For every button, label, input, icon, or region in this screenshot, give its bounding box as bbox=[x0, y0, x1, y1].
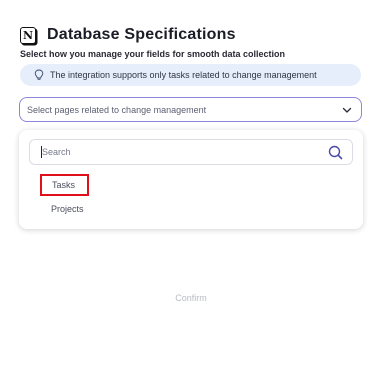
option-projects-label: Projects bbox=[51, 204, 84, 214]
option-tasks-label: Tasks bbox=[52, 180, 76, 190]
search-box[interactable] bbox=[29, 139, 353, 165]
option-tasks[interactable]: Tasks bbox=[40, 174, 89, 196]
notion-logo-icon: N bbox=[20, 26, 36, 44]
notion-logo-letter: N bbox=[22, 28, 34, 42]
chevron-down-icon[interactable] bbox=[341, 104, 353, 116]
dropdown-panel: Tasks Projects bbox=[19, 130, 363, 229]
database-specifications-page: N Database Specifications Select how you… bbox=[0, 0, 383, 388]
search-input[interactable] bbox=[42, 147, 292, 157]
header: N Database Specifications bbox=[20, 26, 236, 44]
pages-select-placeholder: Select pages related to change managemen… bbox=[27, 104, 207, 115]
option-projects[interactable]: Projects bbox=[51, 204, 84, 214]
search-icon[interactable] bbox=[327, 144, 344, 161]
confirm-button[interactable]: Confirm bbox=[160, 288, 222, 308]
info-banner-text: The integration supports only tasks rela… bbox=[50, 70, 317, 80]
pages-select[interactable]: Select pages related to change managemen… bbox=[19, 97, 362, 122]
page-subtitle: Select how you manage your fields for sm… bbox=[20, 49, 286, 59]
lightbulb-icon bbox=[34, 69, 44, 81]
info-banner: The integration supports only tasks rela… bbox=[20, 64, 361, 86]
page-title: Database Specifications bbox=[47, 26, 236, 43]
